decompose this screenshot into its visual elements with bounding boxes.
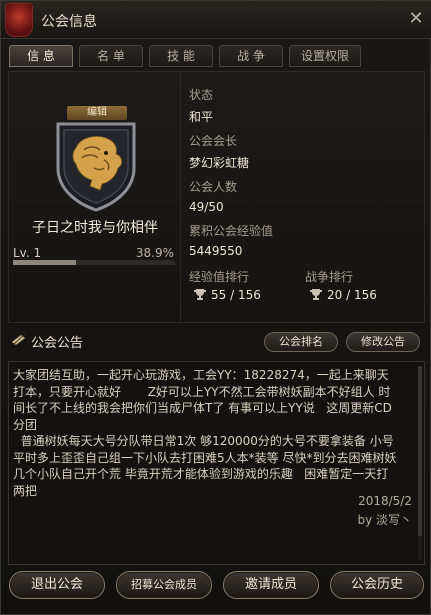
leave-guild-button[interactable]: 退出公会 (9, 571, 105, 599)
title-bar[interactable]: 公会信息 ✕ (1, 1, 431, 39)
scroll-quill-icon (11, 333, 26, 346)
members-value: 49/50 (189, 200, 224, 214)
war-rank-value: 20 / 156 (327, 288, 377, 302)
notice-text: 大家团结互助，一起开心玩游戏，工会YY：18228274，一起上来聊天 打本，只… (13, 368, 397, 498)
edit-emblem-button[interactable]: 编辑 (67, 106, 127, 120)
guild-ranking-button[interactable]: 公会排名 (264, 332, 338, 352)
status-label: 状态 (189, 88, 214, 102)
guild-exp-bar-fill (13, 260, 77, 265)
notice-scroll-thumb[interactable] (418, 366, 422, 536)
lion-shield-icon[interactable] (54, 120, 138, 212)
guild-name: 子日之时我与你相伴 (32, 220, 158, 236)
notice-scrollbar[interactable] (418, 366, 422, 560)
close-icon[interactable]: ✕ (406, 9, 426, 29)
exp-value: 5449550 (189, 244, 243, 258)
trophy-icon (194, 289, 206, 300)
exp-label: 累积公会经验值 (189, 224, 274, 238)
leader-value: 梦幻彩虹糖 (189, 156, 250, 170)
tab-bar: 信 息 名 单 技 能 战 争 设置权限 (9, 45, 361, 69)
guild-emblem-section: 编辑 子日之时我与你相伴 Lv. 1 38.9% (9, 72, 181, 324)
tab-permissions[interactable]: 设置权限 (289, 45, 361, 67)
window-title: 公会信息 (41, 14, 97, 30)
trophy-icon (310, 289, 322, 300)
tab-war[interactable]: 战 争 (219, 45, 283, 67)
guild-exp-percent: 38.9% (135, 246, 174, 260)
war-rank-label: 战争排行 (305, 270, 354, 284)
exp-rank-value: 55 / 156 (211, 288, 261, 302)
tab-roster[interactable]: 名 单 (79, 45, 143, 67)
tab-skills[interactable]: 技 能 (149, 45, 213, 67)
notice-date: 2018/5/2 (358, 494, 412, 508)
edit-notice-button[interactable]: 修改公告 (346, 332, 420, 352)
notice-title: 公会公告 (31, 336, 84, 351)
guild-info-panel: 编辑 子日之时我与你相伴 Lv. 1 38.9% 状态 和平 公会会长 梦幻彩虹… (8, 71, 426, 324)
tab-info[interactable]: 信 息 (9, 45, 73, 67)
leader-label: 公会会长 (189, 134, 238, 148)
guild-exp-bar (13, 260, 175, 265)
notice-author: by 淡写丶 (357, 513, 412, 527)
guild-stats-section: 状态 和平 公会会长 梦幻彩虹糖 公会人数 49/50 累积公会经验值 5449… (187, 72, 426, 324)
status-value: 和平 (189, 110, 214, 124)
guild-level: Lv. 1 (13, 246, 42, 260)
guild-history-button[interactable]: 公会历史 (330, 571, 424, 599)
guild-info-window: 公会信息 ✕ 信 息 名 单 技 能 战 争 设置权限 编辑 子日之时我与你相伴… (0, 0, 431, 615)
recruit-members-button[interactable]: 招募公会成员 (116, 571, 212, 599)
guild-red-emblem-icon (5, 3, 33, 37)
notice-box[interactable]: 大家团结互助，一起开心玩游戏，工会YY：18228274，一起上来聊天 打本，只… (8, 361, 425, 565)
exp-rank-label: 经验值排行 (189, 270, 250, 284)
members-label: 公会人数 (189, 180, 238, 194)
invite-members-button[interactable]: 邀请成员 (223, 571, 319, 599)
